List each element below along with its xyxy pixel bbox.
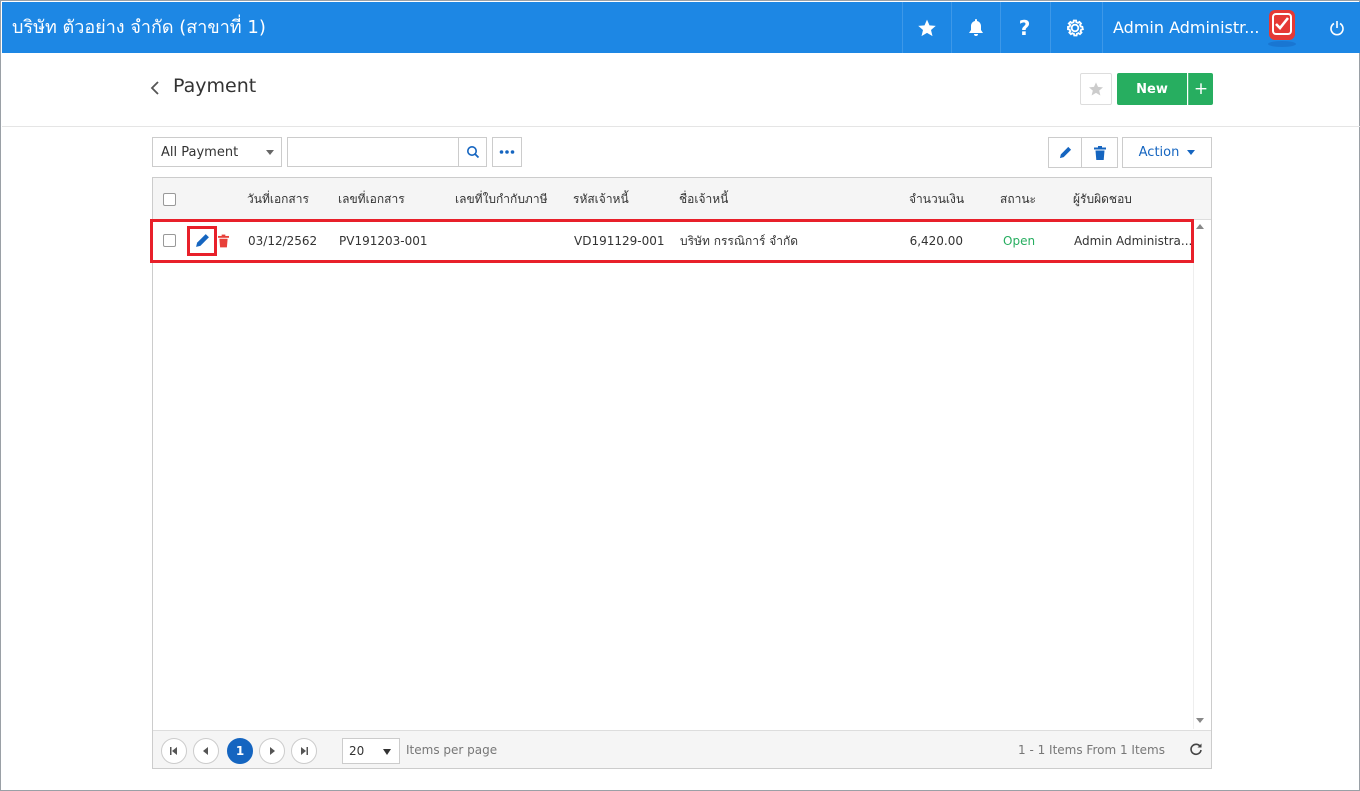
filter-select[interactable]: All Payment	[152, 137, 282, 167]
trash-icon	[1093, 145, 1106, 160]
page-title: Payment	[173, 75, 257, 97]
settings-button[interactable]	[1050, 2, 1098, 53]
payment-grid: วันที่เอกสาร เลขที่เอกสาร เลขที่ใบกำกับภ…	[152, 177, 1212, 769]
cell-vendor-code: VD191129-001	[574, 234, 665, 248]
app-frame: บริษัท ตัวอย่าง จำกัด (สาขาที่ 1) ? Admi…	[0, 0, 1360, 791]
pager: 1 20 Items per page 1 - 1 Items From 1 I…	[153, 730, 1211, 768]
page-1-button[interactable]: 1	[227, 738, 253, 764]
page-header: Payment New +	[2, 53, 1360, 127]
gear-icon	[1066, 19, 1084, 36]
col-tax-invoice[interactable]: เลขที่ใบกำกับภาษี	[455, 178, 548, 220]
col-doc-date[interactable]: วันที่เอกสาร	[247, 178, 309, 220]
logout-button[interactable]	[1314, 2, 1360, 53]
caret-down-icon	[266, 150, 274, 155]
refresh-icon	[1190, 743, 1202, 756]
power-icon	[1330, 20, 1344, 35]
search-icon	[466, 146, 479, 159]
col-doc-no[interactable]: เลขที่เอกสาร	[338, 178, 405, 220]
cell-amount: 6,420.00	[909, 234, 963, 248]
ellipsis-icon	[499, 150, 515, 154]
action-label: Action	[1138, 145, 1180, 160]
pencil-icon	[196, 234, 209, 247]
cell-owner: Admin Administra...	[1074, 234, 1193, 248]
last-page-icon	[301, 747, 308, 755]
page-size-select[interactable]: 20	[342, 738, 400, 764]
pager-range-label: 1 - 1 Items From 1 Items	[1018, 743, 1165, 757]
help-icon: ?	[1018, 15, 1031, 40]
company-name[interactable]: บริษัท ตัวอย่าง จำกัด (สาขาที่ 1)	[12, 2, 266, 53]
caret-down-icon	[383, 749, 391, 755]
first-page-icon	[170, 747, 177, 755]
star-icon	[917, 19, 936, 36]
col-status[interactable]: สถานะ	[1000, 178, 1036, 220]
status-badge: Open	[1003, 234, 1036, 248]
search-button[interactable]	[458, 137, 487, 167]
avatar[interactable]	[1264, 8, 1300, 48]
row-delete-button[interactable]	[218, 233, 229, 252]
caret-down-icon	[1187, 150, 1196, 155]
bulk-delete-button[interactable]	[1082, 137, 1118, 168]
top-bar: บริษัท ตัวอย่าง จำกัด (สาขาที่ 1) ? Admi…	[2, 2, 1360, 53]
row-checkbox[interactable]	[163, 234, 176, 247]
last-page-button[interactable]	[291, 738, 317, 764]
select-all-checkbox[interactable]	[163, 193, 176, 206]
help-button[interactable]: ?	[1000, 2, 1048, 53]
cell-doc-no: PV191203-001	[339, 234, 428, 248]
table-row[interactable]: 03/12/2562 PV191203-001 VD191129-001 บริ…	[153, 221, 1193, 261]
row-edit-button[interactable]	[195, 233, 210, 252]
cell-doc-date: 03/12/2562	[248, 234, 318, 248]
first-page-button[interactable]	[161, 738, 187, 764]
next-page-button[interactable]	[259, 738, 285, 764]
favorites-button[interactable]	[902, 2, 950, 53]
col-vendor-name[interactable]: ชื่อเจ้าหนี้	[679, 178, 728, 220]
new-dropdown-button[interactable]: +	[1188, 73, 1213, 105]
items-per-page-label: Items per page	[406, 743, 498, 757]
next-page-icon	[270, 747, 275, 755]
refresh-button[interactable]	[1189, 741, 1203, 760]
notifications-button[interactable]	[951, 2, 999, 53]
trash-icon	[218, 234, 229, 248]
prev-page-icon	[203, 747, 208, 755]
filter-select-value: All Payment	[161, 145, 239, 160]
vertical-scrollbar[interactable]	[1193, 221, 1211, 729]
star-icon	[1089, 82, 1103, 96]
action-dropdown-button[interactable]: Action	[1122, 137, 1212, 168]
search-input[interactable]	[287, 137, 459, 167]
page-size-value: 20	[349, 744, 365, 758]
more-options-button[interactable]	[492, 137, 522, 167]
col-vendor-code[interactable]: รหัสเจ้าหนี้	[573, 178, 629, 220]
scroll-up-icon[interactable]	[1196, 224, 1204, 229]
new-button[interactable]: New	[1117, 73, 1187, 105]
back-button[interactable]	[150, 80, 160, 99]
grid-header: วันที่เอกสาร เลขที่เอกสาร เลขที่ใบกำกับภ…	[153, 178, 1211, 220]
bell-icon	[968, 18, 983, 36]
cell-vendor-name: บริษัท กรรณิการ์ จำกัด	[680, 234, 799, 248]
prev-page-button[interactable]	[193, 738, 219, 764]
app-badge-icon	[1268, 10, 1296, 47]
scroll-down-icon[interactable]	[1196, 718, 1204, 723]
chevron-left-icon	[150, 81, 159, 95]
pencil-icon	[1059, 146, 1071, 159]
col-amount[interactable]: จำนวนเงิน	[909, 178, 964, 220]
bulk-edit-button[interactable]	[1048, 137, 1082, 168]
add-favorite-button[interactable]	[1080, 73, 1112, 105]
user-menu[interactable]: Admin Administr...	[1102, 2, 1258, 53]
col-owner[interactable]: ผู้รับผิดชอบ	[1073, 178, 1132, 220]
